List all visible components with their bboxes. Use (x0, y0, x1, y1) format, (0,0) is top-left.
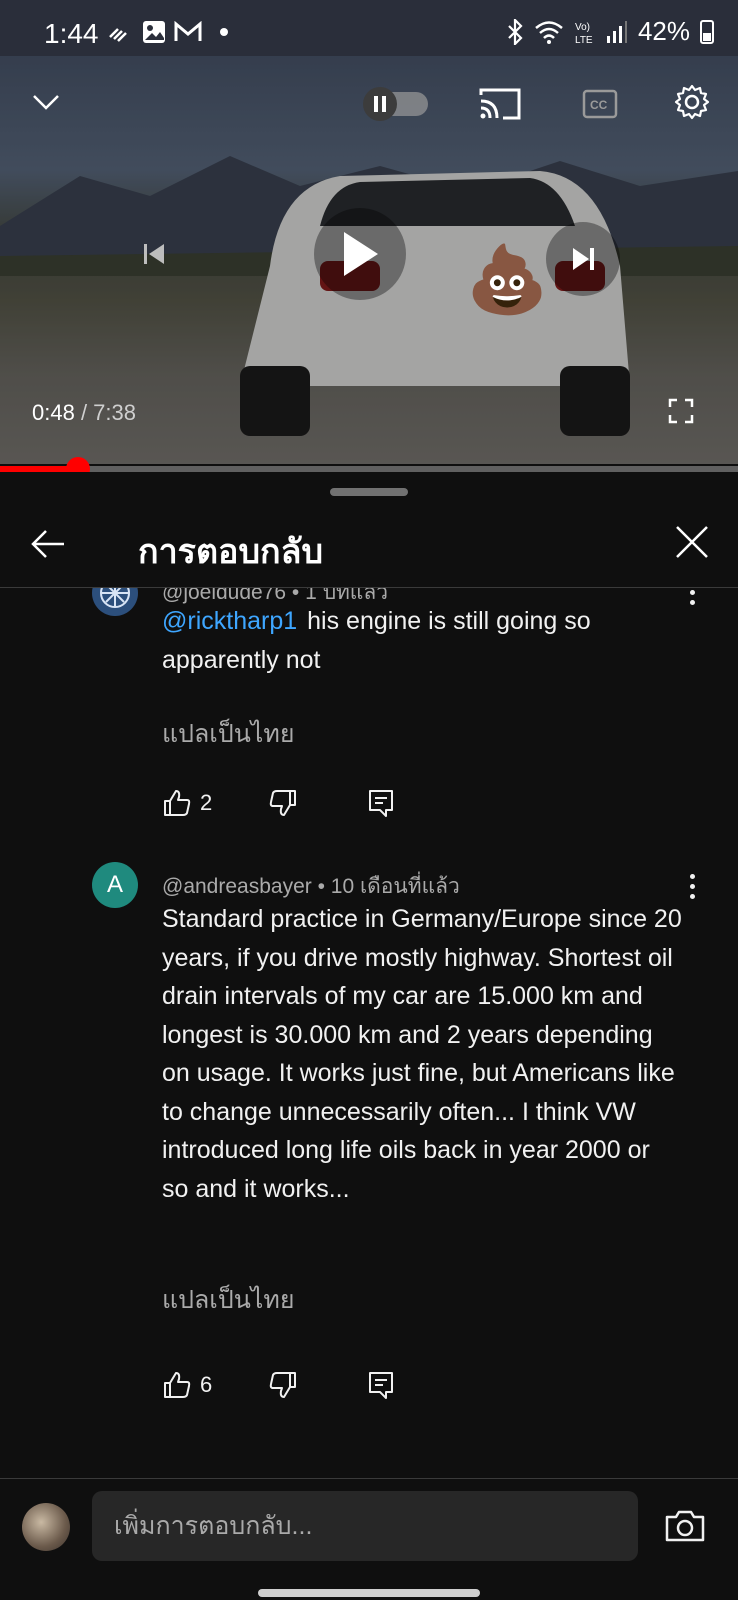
avatar-emblem-icon (92, 588, 138, 616)
reply-icon (369, 790, 393, 817)
next-icon (573, 248, 594, 270)
more-options-button[interactable] (680, 866, 704, 906)
like-count: 2 (200, 790, 213, 815)
current-user-avatar (22, 1503, 70, 1551)
previous-button[interactable] (136, 236, 172, 272)
panel-header: การตอบกลับ (0, 502, 738, 588)
autoplay-toggle[interactable] (362, 86, 432, 122)
panel-title: การตอบกลับ (138, 533, 324, 571)
cast-button[interactable] (478, 84, 522, 124)
next-button[interactable] (546, 222, 620, 296)
avatar[interactable] (92, 588, 138, 616)
home-indicator[interactable] (258, 1589, 480, 1597)
signal-icon (606, 20, 627, 43)
comment-text: Standard practice in Germany/Europe sinc… (162, 905, 682, 1203)
time-separator: / (74, 400, 94, 425)
like-count: 6 (200, 1372, 213, 1397)
captions-button[interactable]: CC (582, 86, 618, 122)
volte-icon: Vo) LTE (575, 22, 593, 45)
comment-text: @ricktharp1 his engine is still going so … (162, 602, 682, 679)
thumb-up-icon (164, 1372, 191, 1398)
duration: 7:38 (93, 400, 136, 425)
close-icon (676, 526, 708, 558)
bluetooth-icon (508, 18, 523, 45)
reply-button[interactable] (366, 786, 396, 820)
status-right: Vo) LTE 42% (506, 16, 714, 47)
gallery-icon (143, 21, 165, 43)
missed-call-icon (109, 28, 127, 42)
battery-percent: 42% (637, 16, 690, 46)
notification-icons (108, 20, 228, 44)
svg-text:CC: CC (590, 98, 608, 112)
camera-button[interactable] (664, 1507, 706, 1545)
translate-button[interactable]: แปลเป็นไทย (162, 1280, 295, 1320)
chevron-down-icon (33, 95, 59, 110)
replies-list[interactable]: @joeldude76 • 1 ปีที่แล้ว @ricktharp1 his… (0, 588, 738, 1482)
collapse-button[interactable] (26, 82, 66, 122)
thumb-down-icon (269, 790, 296, 816)
dislike-button[interactable] (268, 786, 298, 820)
close-button[interactable] (672, 522, 712, 562)
camera-icon (665, 1510, 705, 1542)
mention-link[interactable]: @ricktharp1 (162, 607, 297, 635)
video-player[interactable]: CC 💩 0:48 / 7:38 (0, 56, 738, 464)
battery-icon (700, 19, 714, 44)
dislike-button[interactable] (268, 1368, 298, 1402)
cc-icon: CC (582, 89, 618, 119)
comment-actions: 2 (162, 786, 422, 820)
more-options-button[interactable] (680, 588, 704, 612)
svg-text:LTE: LTE (575, 35, 593, 45)
thumb-up-icon (164, 790, 191, 816)
fullscreen-icon (668, 398, 694, 424)
wifi-icon (535, 20, 563, 44)
reply-input[interactable] (92, 1491, 638, 1561)
play-button[interactable] (314, 208, 406, 300)
gear-icon (674, 84, 710, 120)
reply-button[interactable] (366, 1368, 396, 1402)
status-bar: 1:44 Vo) LTE 42% (0, 0, 738, 56)
fullscreen-button[interactable] (666, 396, 696, 426)
video-time: 0:48 / 7:38 (32, 400, 136, 426)
like-button[interactable]: 6 (162, 1368, 212, 1402)
avatar[interactable]: A (92, 862, 138, 908)
play-icon (344, 232, 378, 276)
previous-icon (144, 244, 164, 264)
settings-button[interactable] (672, 82, 712, 122)
replies-panel: การตอบกลับ @joeldude76 • 1 ปีที่แล้ว @ri… (0, 472, 738, 1600)
current-time: 0:48 (32, 400, 75, 425)
more-vert-icon (689, 873, 695, 879)
back-arrow-icon (31, 530, 64, 558)
comment-meta: @andreasbayer • 10 เดือนที่แล้ว (162, 875, 460, 898)
thumb-down-icon (269, 1372, 296, 1398)
gmail-icon (174, 21, 202, 41)
translate-button[interactable]: แปลเป็นไทย (162, 714, 295, 754)
status-time: 1:44 (44, 18, 99, 49)
cast-icon (479, 88, 521, 120)
video-poop-emoji: 💩 (466, 242, 549, 316)
drag-handle[interactable] (330, 488, 408, 496)
svg-text:Vo): Vo) (575, 22, 590, 33)
reply-icon (369, 1372, 393, 1399)
dot-icon (220, 28, 228, 36)
comment-actions: 6 (162, 1368, 422, 1402)
pause-icon (363, 87, 428, 121)
reply-composer (0, 1478, 738, 1600)
back-button[interactable] (28, 524, 68, 564)
like-button[interactable]: 2 (162, 786, 212, 820)
